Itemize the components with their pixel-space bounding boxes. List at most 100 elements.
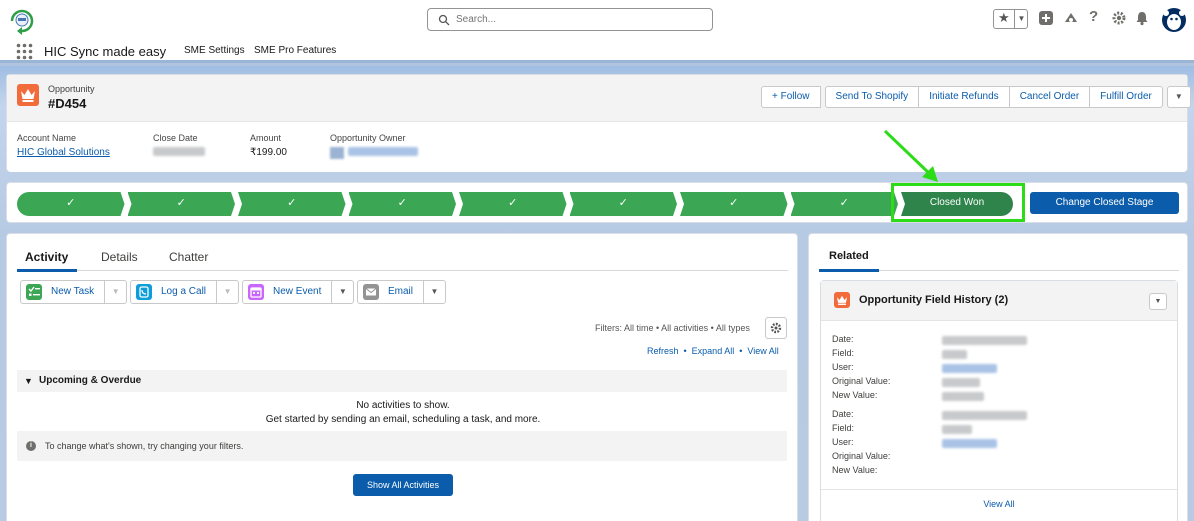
activity-links: Refresh • Expand All • View All bbox=[647, 346, 779, 356]
path-step-completed[interactable]: ✓ bbox=[791, 192, 899, 216]
log-a-call-chevron-down-icon[interactable]: ▼ bbox=[216, 281, 238, 303]
related-tabs: Related bbox=[819, 244, 1179, 272]
nav-item-sme-pro-features[interactable]: SME Pro Features bbox=[254, 45, 336, 56]
annotation-highlight-box bbox=[891, 183, 1025, 222]
trailhead-icon[interactable] bbox=[1063, 10, 1079, 26]
record-name: #D454 bbox=[48, 96, 87, 111]
activity-filters-text: Filters: All time • All activities • All… bbox=[595, 323, 750, 333]
amount-value: ₹199.00 bbox=[250, 147, 287, 158]
new-event-button[interactable]: New Event ▼ bbox=[242, 280, 355, 304]
initiate-refunds-button[interactable]: Initiate Refunds bbox=[918, 86, 1010, 108]
amount-field: Amount ₹199.00 bbox=[250, 133, 287, 158]
activity-card: Activity Details Chatter New Task ▼ Log … bbox=[6, 233, 798, 521]
send-to-shopify-button[interactable]: Send To Shopify bbox=[824, 86, 920, 108]
chevron-down-icon: ▼ bbox=[24, 376, 33, 386]
path-step-completed[interactable]: ✓ bbox=[680, 192, 788, 216]
checkmark-icon: ✓ bbox=[839, 197, 849, 209]
gear-icon[interactable] bbox=[1111, 10, 1127, 26]
field-history-related-list: Opportunity Field History (2) ▼ Date: Fi… bbox=[820, 280, 1178, 521]
cancel-order-button[interactable]: Cancel Order bbox=[1008, 86, 1091, 108]
new-task-button[interactable]: New Task ▼ bbox=[20, 280, 128, 304]
user-avatar[interactable] bbox=[1161, 7, 1187, 33]
app-launcher-icon[interactable] bbox=[16, 43, 33, 60]
log-a-call-button[interactable]: Log a Call ▼ bbox=[130, 280, 240, 304]
related-list-header: Opportunity Field History (2) ▼ bbox=[821, 281, 1177, 321]
sales-path: ✓ ✓ ✓ ✓ ✓ ✓ ✓ ✓ Closed Won bbox=[17, 192, 1013, 216]
divider bbox=[821, 489, 1177, 490]
history-values-redacted bbox=[942, 407, 1027, 448]
app-navigation: HIC Sync made easy SME Settings SME Pro … bbox=[0, 40, 1194, 63]
show-all-activities-button[interactable]: Show All Activities bbox=[353, 474, 453, 496]
tab-activity[interactable]: Activity bbox=[25, 250, 68, 264]
object-type-label: Opportunity bbox=[48, 84, 95, 94]
notifications-bell-icon[interactable] bbox=[1134, 10, 1150, 26]
task-icon bbox=[26, 284, 42, 300]
owner-name-redacted[interactable] bbox=[348, 147, 418, 156]
checkmark-icon: ✓ bbox=[729, 197, 739, 209]
related-list-title[interactable]: Opportunity Field History (2) bbox=[859, 294, 1008, 306]
history-entry-2: Date: Field: User: Original Value: New V… bbox=[832, 407, 1027, 477]
gear-icon bbox=[770, 322, 782, 334]
email-chevron-down-icon[interactable]: ▼ bbox=[423, 281, 445, 303]
path-step-completed[interactable]: ✓ bbox=[128, 192, 236, 216]
refresh-link[interactable]: Refresh bbox=[647, 346, 679, 356]
checkmark-icon: ✓ bbox=[66, 197, 76, 209]
change-closed-stage-button[interactable]: Change Closed Stage bbox=[1030, 192, 1179, 214]
view-all-link[interactable]: View All bbox=[747, 346, 778, 356]
checkmark-icon: ✓ bbox=[176, 197, 186, 209]
global-header: Search... ★ ▼ ? bbox=[0, 0, 1194, 40]
fulfill-order-button[interactable]: Fulfill Order bbox=[1089, 86, 1163, 108]
email-icon bbox=[363, 284, 379, 300]
activity-tabs: Activity Details Chatter bbox=[17, 244, 788, 272]
checkmark-icon: ✓ bbox=[508, 197, 518, 209]
account-name-link[interactable]: HIC Global Solutions bbox=[17, 147, 110, 158]
call-icon bbox=[136, 284, 152, 300]
related-list-chevron-down-icon[interactable]: ▼ bbox=[1149, 293, 1167, 310]
opportunity-crown-icon bbox=[17, 84, 39, 106]
more-actions-chevron-down-icon[interactable]: ▼ bbox=[1166, 86, 1191, 108]
checkmark-icon: ✓ bbox=[287, 197, 297, 209]
follow-button[interactable]: + Follow bbox=[761, 86, 821, 108]
event-icon bbox=[248, 284, 264, 300]
global-search[interactable]: Search... bbox=[427, 8, 713, 31]
new-event-chevron-down-icon[interactable]: ▼ bbox=[331, 281, 353, 303]
close-date-redacted bbox=[153, 147, 205, 156]
path-step-completed[interactable]: ✓ bbox=[459, 192, 567, 216]
annotation-arrow-icon bbox=[883, 129, 938, 182]
tab-related[interactable]: Related bbox=[829, 250, 869, 262]
filter-settings-button[interactable] bbox=[765, 317, 787, 339]
owner-avatar-icon bbox=[330, 147, 344, 160]
path-step-completed[interactable]: ✓ bbox=[17, 192, 125, 216]
history-entry-1: Date: Field: User: Original Value: New V… bbox=[832, 332, 1027, 402]
expand-all-link[interactable]: Expand All bbox=[692, 346, 735, 356]
tab-chatter[interactable]: Chatter bbox=[169, 250, 208, 264]
path-step-completed[interactable]: ✓ bbox=[349, 192, 457, 216]
new-task-chevron-down-icon[interactable]: ▼ bbox=[104, 281, 126, 303]
record-highlights: Account Name HIC Global Solutions Close … bbox=[7, 122, 1187, 172]
empty-state-text: Get started by sending an email, schedul… bbox=[265, 414, 541, 425]
app-name: HIC Sync made easy bbox=[44, 44, 167, 59]
empty-state-title: No activities to show. bbox=[356, 400, 450, 411]
opportunity-owner-field: Opportunity Owner bbox=[330, 133, 418, 160]
account-name-field: Account Name HIC Global Solutions bbox=[17, 133, 110, 158]
nav-item-sme-settings[interactable]: SME Settings bbox=[184, 45, 245, 56]
star-icon: ★ bbox=[998, 10, 1010, 25]
view-all-link[interactable]: View All bbox=[821, 499, 1177, 509]
global-actions-icon[interactable] bbox=[1038, 10, 1054, 26]
info-icon: i bbox=[26, 441, 36, 451]
tab-details[interactable]: Details bbox=[101, 250, 138, 264]
checkmark-icon: ✓ bbox=[397, 197, 407, 209]
upcoming-overdue-section[interactable]: ▼ Upcoming & Overdue bbox=[17, 370, 787, 392]
chevron-down-icon[interactable]: ▼ bbox=[1014, 10, 1028, 28]
opportunity-crown-icon bbox=[834, 292, 850, 308]
email-button[interactable]: Email ▼ bbox=[357, 280, 447, 304]
record-header-top: Opportunity #D454 + Follow Send To Shopi… bbox=[7, 75, 1191, 122]
app-logo[interactable] bbox=[8, 7, 36, 35]
help-icon[interactable]: ? bbox=[1089, 8, 1105, 25]
search-placeholder: Search... bbox=[456, 14, 497, 25]
plus-icon: + bbox=[772, 91, 778, 102]
path-step-completed[interactable]: ✓ bbox=[570, 192, 678, 216]
path-step-completed[interactable]: ✓ bbox=[238, 192, 346, 216]
active-tab-indicator bbox=[17, 269, 77, 272]
favorites-button[interactable]: ★ ▼ bbox=[993, 9, 1028, 29]
